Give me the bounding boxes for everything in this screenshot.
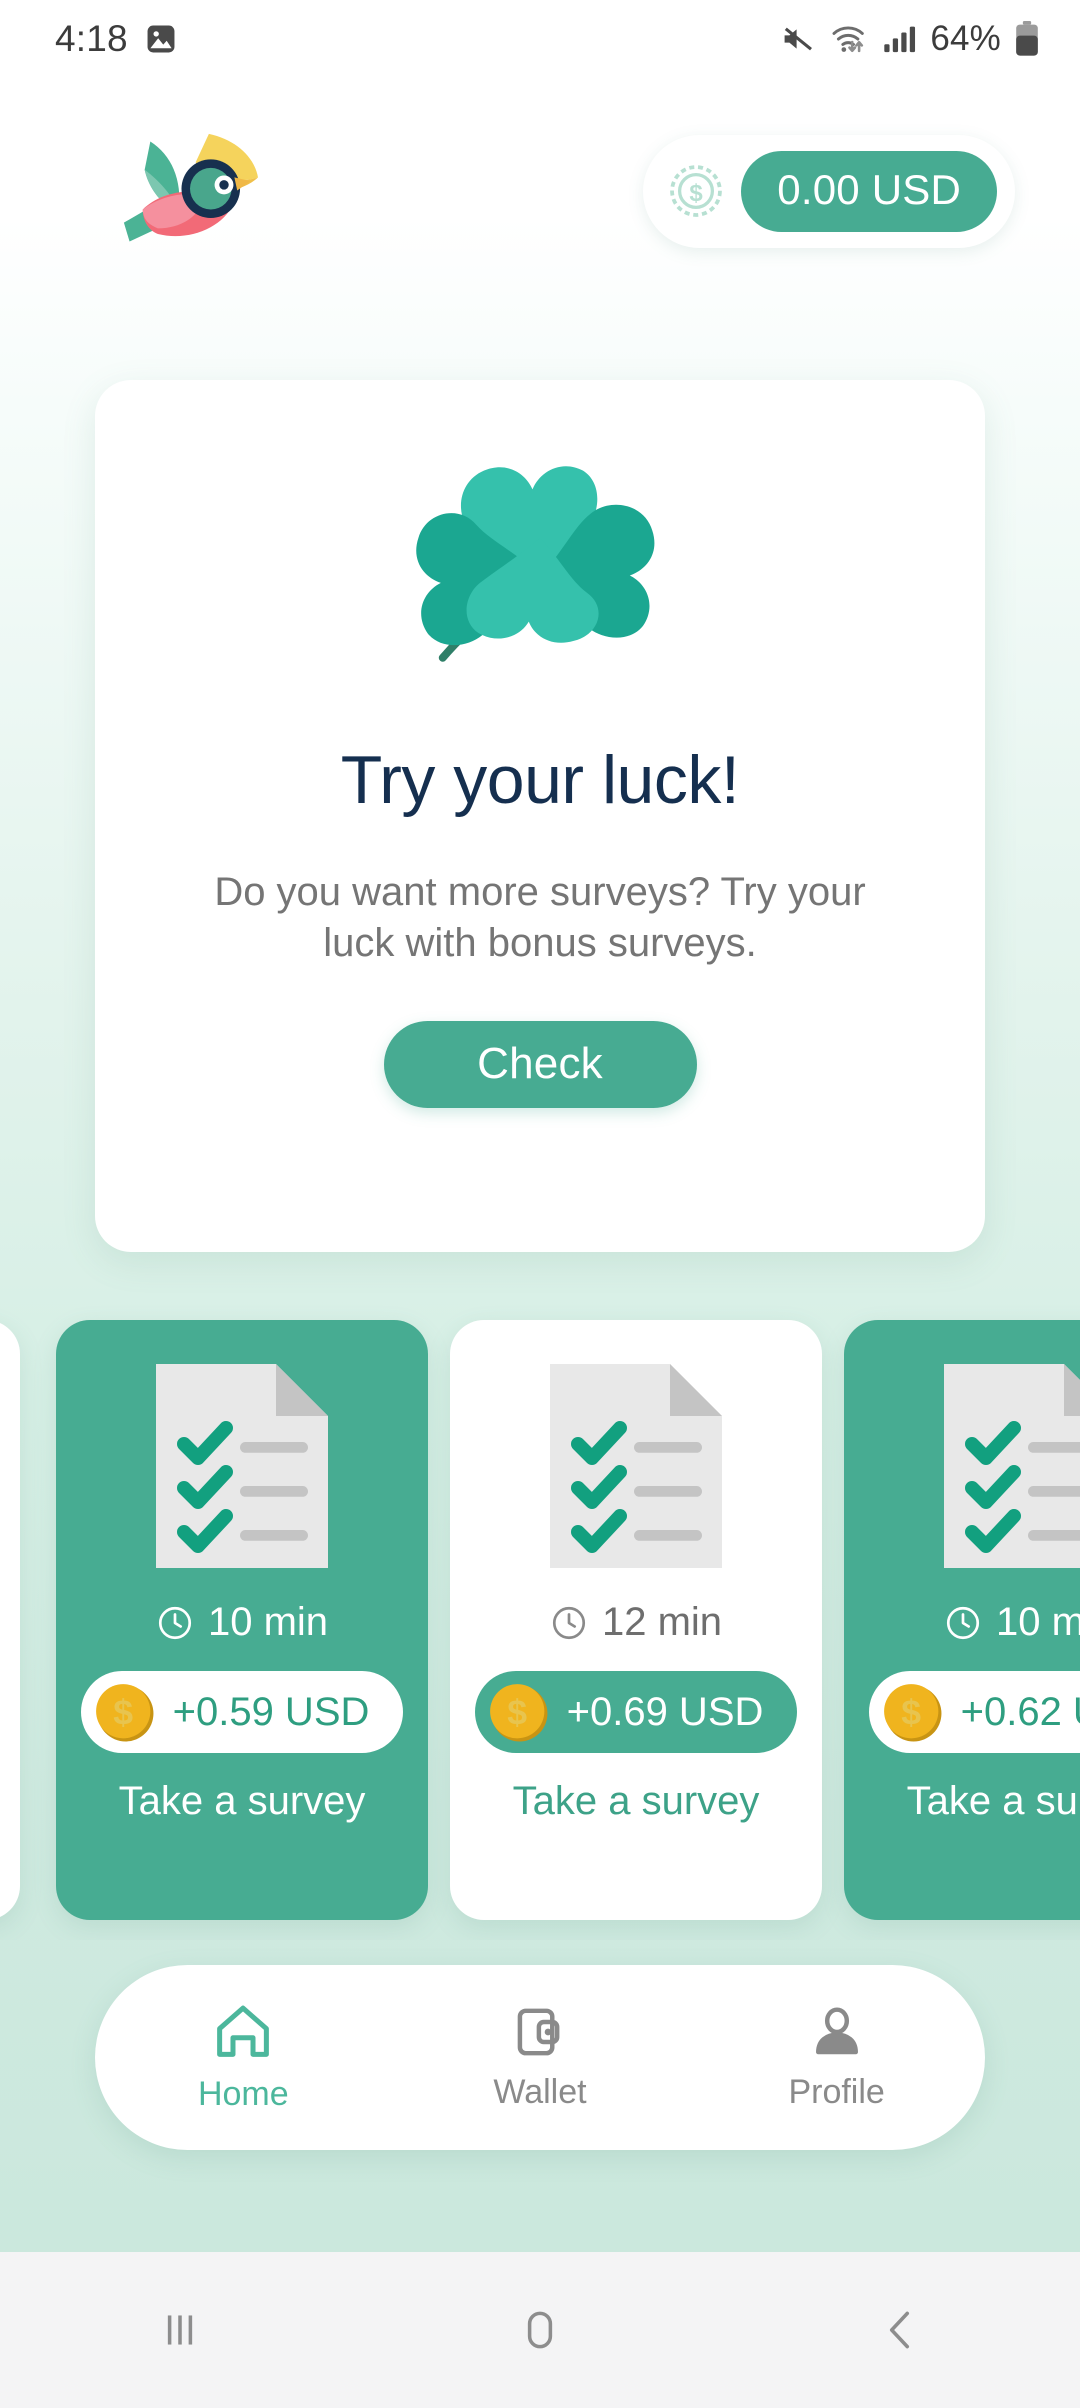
clock-icon [946,1606,980,1639]
survey-reward-label: +0.59 USD [172,1689,370,1734]
take-survey-link[interactable]: Take a survey [513,1779,760,1824]
survey-duration: 12 min [550,1600,722,1645]
nav-item-home[interactable]: Home [133,2001,353,2114]
back-button[interactable] [840,2270,960,2390]
survey-card[interactable]: 10 min $ +0.59 USD Take a survey [56,1320,428,1920]
survey-document-icon [944,1364,1080,1568]
status-bar-left: 4:18 [55,18,178,60]
nav-label-home: Home [197,2075,289,2113]
coin-dollar-icon: $ [670,165,723,217]
clock-icon [158,1606,192,1639]
recents-button[interactable] [120,2270,240,2390]
gold-coin-icon: $ [95,1684,154,1742]
android-navigation-bar [0,2252,1080,2408]
survey-duration-label: 12 min [601,1600,723,1644]
take-survey-link[interactable]: Take a survey [119,1779,366,1824]
nav-item-wallet[interactable]: Wallet [430,2003,650,2112]
svg-text:$: $ [507,1692,527,1732]
luck-card-description: Do you want more surveys? Try your luck … [214,870,866,965]
svg-text:$: $ [113,1692,133,1732]
survey-document-icon [550,1364,722,1568]
survey-reward-pill: $ +0.69 USD [474,1671,798,1753]
wifi-icon [832,26,865,53]
take-survey-link[interactable]: Take a survey [907,1779,1080,1824]
survey-carousel[interactable]: 10 min $ +0.59 USD Take a survey 12 min … [0,1300,1080,1940]
survey-reward-label: +0.62 USD [960,1689,1080,1734]
survey-document-icon [156,1364,328,1568]
survey-duration: 10 min [944,1600,1080,1645]
home-pill-icon [527,2311,553,2349]
wallet-icon [517,2008,560,2056]
svg-text:$: $ [901,1692,921,1732]
back-chevron-icon [889,2311,910,2349]
clock-icon [552,1606,586,1639]
app-header: $ 0.00 USD [0,96,1080,286]
status-bar: 4:18 64% [0,0,1080,78]
survey-card[interactable]: 10 min $ +0.62 USD Take a survey [844,1320,1080,1920]
survey-reward-pill: $ +0.62 USD [868,1671,1080,1753]
survey-card-partial-left[interactable] [0,1320,20,1920]
home-icon [217,2005,270,2057]
status-time: 4:18 [55,18,128,59]
survey-duration-label: 10 min [207,1600,329,1644]
survey-reward-pill: $ +0.59 USD [80,1671,404,1753]
battery-icon [1016,21,1038,56]
nav-label-profile: Profile [788,2073,885,2111]
home-button[interactable] [480,2270,600,2390]
gold-coin-icon: $ [883,1684,942,1742]
app-screen: 4:18 64% $ 0.00 USD Try your luck! Do yo… [0,0,1080,2408]
person-icon [815,2007,858,2055]
cellular-signal-icon [884,26,916,53]
luck-card-title: Try your luck! [340,742,740,818]
survey-reward-label: +0.69 USD [566,1689,764,1734]
try-your-luck-card: Try your luck! Do you want more surveys?… [95,380,985,1252]
nav-item-profile[interactable]: Profile [727,2003,947,2112]
four-leaf-clover-icon [416,466,655,662]
battery-percent: 64% [930,19,1001,58]
status-bar-right: 64% [781,19,1040,59]
balance-amount[interactable]: 0.00 USD [741,150,997,232]
svg-text:$: $ [690,180,703,207]
survey-card[interactable]: 12 min $ +0.69 USD Take a survey [450,1320,822,1920]
bottom-navigation-bar: Home Wallet Profile [95,1965,985,2150]
bird-logo [123,133,258,242]
mute-icon [784,27,813,51]
check-button[interactable]: Check [383,1020,697,1108]
nav-label-wallet: Wallet [493,2073,587,2111]
survey-duration-label: 10 min [995,1600,1080,1644]
gallery-icon [147,25,175,53]
survey-duration: 10 min [156,1600,328,1645]
recents-icon [167,2315,193,2345]
gold-coin-icon: $ [489,1684,548,1742]
balance-pill[interactable]: $ 0.00 USD [643,134,1015,248]
